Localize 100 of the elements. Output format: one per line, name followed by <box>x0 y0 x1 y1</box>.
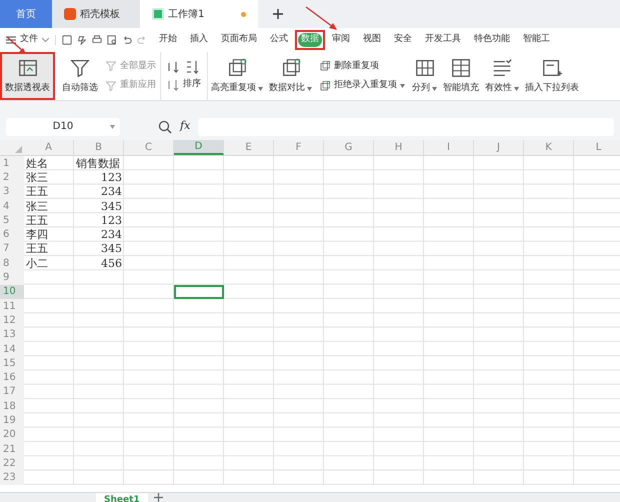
row-header[interactable]: 12 <box>0 313 24 328</box>
column-header[interactable]: F <box>274 140 324 155</box>
caret-icon <box>514 86 519 90</box>
copy-icon <box>319 60 331 72</box>
table-cell-text: 123 <box>100 214 122 226</box>
ribbon-tab[interactable]: 插入 <box>184 30 214 50</box>
preview-icon[interactable] <box>107 35 117 45</box>
sort-button[interactable]: 排序 <box>183 78 201 92</box>
caret-icon <box>400 84 405 88</box>
table-cell-text: 小二 <box>26 258 49 269</box>
table-cell-text: 456 <box>100 258 122 269</box>
ribbon-tab[interactable]: 智能工 <box>517 30 556 50</box>
row-header[interactable]: 17 <box>0 384 24 400</box>
ribbon-button[interactable]: 删除重复项 <box>319 60 405 73</box>
column-header[interactable]: D <box>174 140 224 155</box>
filter-icon <box>105 60 117 72</box>
grid-icon <box>450 56 472 79</box>
ribbon-tab[interactable]: 视图 <box>357 30 387 50</box>
row-header[interactable]: 5 <box>0 213 24 228</box>
annotation-arrow <box>305 6 339 32</box>
table-cell-text: 王五 <box>26 214 49 226</box>
ribbon-tab[interactable]: 特色功能 <box>468 30 516 50</box>
table-cell-text: 李四 <box>26 229 49 240</box>
row-header[interactable]: 21 <box>0 442 24 456</box>
sort-ascending-icon[interactable] <box>167 61 179 73</box>
column-header[interactable]: E <box>224 140 274 155</box>
ribbon-tab[interactable]: 数据 <box>295 30 325 50</box>
column-header[interactable]: B <box>74 140 124 155</box>
column-header[interactable]: I <box>424 140 474 155</box>
file-menu[interactable]: 文件 <box>0 33 55 47</box>
menu-icon <box>6 36 16 44</box>
row-header[interactable]: 15 <box>0 356 24 370</box>
row-header[interactable]: 10 <box>0 284 24 299</box>
row-header[interactable]: 11 <box>0 298 24 314</box>
table-cell-text: 234 <box>100 186 122 198</box>
ribbon-tab[interactable]: 公式 <box>264 30 294 50</box>
ribbon-tab[interactable]: 安全 <box>388 30 418 50</box>
row-header[interactable]: 8 <box>0 256 24 270</box>
column-header[interactable]: L <box>574 140 620 155</box>
save-icon[interactable] <box>62 35 72 45</box>
row-header[interactable]: 20 <box>0 428 24 442</box>
table-cell-text: 345 <box>100 200 122 212</box>
caret-icon <box>110 124 115 128</box>
column-header[interactable]: G <box>324 140 374 155</box>
column-header[interactable]: J <box>474 140 524 155</box>
row-header[interactable]: 22 <box>0 456 24 471</box>
row-header[interactable]: 13 <box>0 328 24 342</box>
ribbon-button[interactable]: 高亮重复项 <box>208 52 266 100</box>
row-header[interactable]: 1 <box>0 156 24 170</box>
ribbon-button[interactable]: 数据透视表 <box>0 52 55 100</box>
row-header[interactable]: 14 <box>0 342 24 356</box>
table-cell-text: 张三 <box>26 172 49 183</box>
column-header[interactable]: H <box>374 140 424 155</box>
add-sheet-icon[interactable] <box>154 493 163 502</box>
zoom-icon[interactable] <box>158 120 172 134</box>
spreadsheet-icon <box>152 8 164 20</box>
table-cell-text: 王五 <box>26 243 49 254</box>
row-header[interactable]: 7 <box>0 242 24 256</box>
ribbon-tab[interactable]: 页面布局 <box>215 30 263 50</box>
document-tab[interactable]: 稻壳模板 <box>52 0 140 28</box>
docer-logo-icon <box>64 8 76 20</box>
sheet-tab[interactable]: Sheet1 <box>96 493 148 502</box>
table-cell-text: 销售数据 <box>76 158 121 169</box>
caret-icon <box>258 86 263 90</box>
caret-icon <box>432 86 437 90</box>
row-header[interactable]: 18 <box>0 399 24 414</box>
row-header[interactable]: 3 <box>0 184 24 199</box>
row-header[interactable]: 4 <box>0 198 24 214</box>
table-cell-text: 姓名 <box>26 158 49 169</box>
ribbon-button[interactable]: 拒绝录入重复项 <box>319 79 405 92</box>
ribbon-button[interactable]: 智能填充 <box>440 52 482 100</box>
document-tab[interactable]: 首页 <box>0 0 52 28</box>
ribbon-button[interactable]: 数据对比 <box>266 52 315 100</box>
sort-descending-icon[interactable] <box>185 60 199 74</box>
ribbon-tab[interactable]: 审阅 <box>326 30 356 50</box>
column-header[interactable]: A <box>24 140 74 155</box>
row-header[interactable]: 23 <box>0 470 24 485</box>
function-label[interactable]: fx <box>180 118 190 135</box>
ribbon-button[interactable]: 插入下拉列表 <box>522 52 582 100</box>
ribbon-button[interactable]: 有效性 <box>482 52 522 100</box>
document-tab[interactable]: 工作簿1 <box>140 0 228 28</box>
new-tab-icon[interactable] <box>272 8 284 20</box>
selected-cell[interactable] <box>174 284 224 299</box>
copy-icon <box>226 56 248 79</box>
ribbon-tab[interactable]: 开始 <box>153 30 183 50</box>
ribbon-button[interactable]: 分列 <box>409 52 440 100</box>
name-box[interactable]: D10 <box>6 118 120 136</box>
table-cell-text: 王五 <box>26 186 49 198</box>
ribbon-tab[interactable]: 开发工具 <box>419 30 467 50</box>
row-header[interactable]: 9 <box>0 270 24 285</box>
ribbon-button[interactable]: 自动筛选 <box>59 52 101 100</box>
row-header[interactable]: 19 <box>0 413 24 428</box>
row-header[interactable]: 2 <box>0 170 24 185</box>
caret-icon <box>307 86 312 90</box>
undo-icon[interactable] <box>122 35 132 45</box>
print-icon[interactable] <box>92 35 102 45</box>
custom-sort-icon[interactable] <box>167 79 179 91</box>
row-header[interactable]: 6 <box>0 227 24 242</box>
row-header[interactable]: 16 <box>0 370 24 385</box>
column-header[interactable]: K <box>524 140 574 155</box>
